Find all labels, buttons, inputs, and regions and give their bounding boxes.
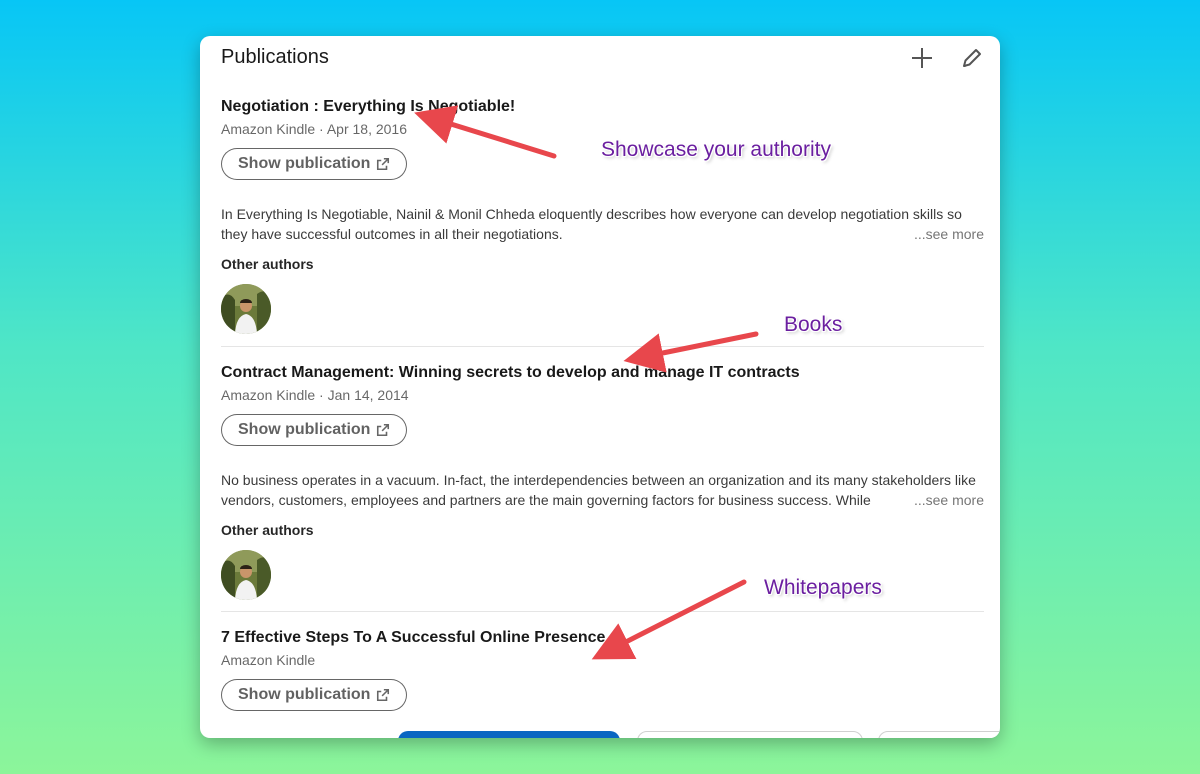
edit-publications-button[interactable]	[956, 42, 988, 74]
plus-icon	[912, 48, 932, 68]
show-publication-label: Show publication	[238, 686, 371, 703]
other-authors-label: Other authors	[221, 256, 314, 272]
other-authors-label: Other authors	[221, 522, 314, 538]
publication-meta: Amazon Kindle · Jan 14, 2014	[221, 387, 409, 403]
show-publication-button[interactable]: Show publication	[221, 679, 408, 711]
card-title: Publications	[221, 46, 329, 68]
author-avatar[interactable]	[221, 284, 271, 334]
publication-title: Negotiation : Everything Is Negotiable!	[221, 98, 516, 115]
author-avatar[interactable]	[221, 550, 271, 600]
description-text: In Everything Is Negotiable, Nainil & Mo…	[221, 206, 962, 242]
secondary-action-strip[interactable]	[637, 731, 863, 738]
primary-action-strip[interactable]	[398, 731, 620, 738]
see-more-link[interactable]: ...see more	[909, 490, 984, 510]
publication-item: Contract Management: Winning secrets to …	[221, 363, 984, 600]
publication-title: 7 Effective Steps To A Successful Online…	[221, 629, 606, 646]
publication-item: 7 Effective Steps To A Successful Online…	[221, 628, 984, 711]
divider	[221, 346, 984, 347]
publication-item: Negotiation : Everything Is Negotiable! …	[221, 97, 984, 334]
publication-meta: Amazon Kindle · Apr 18, 2016	[221, 121, 408, 137]
publications-card: Publications Negotiation : Everything Is…	[200, 36, 1000, 738]
avatar-image	[221, 284, 271, 334]
add-publication-button[interactable]	[906, 42, 938, 74]
show-publication-label: Show publication	[238, 155, 371, 172]
see-more-link[interactable]: ...see more	[909, 224, 984, 244]
annotation-whitepapers: Whitepapers	[764, 576, 882, 599]
publication-description: No business operates in a vacuum. In-fac…	[221, 470, 984, 510]
pencil-icon	[963, 49, 981, 67]
show-publication-button[interactable]: Show publication	[221, 148, 408, 180]
show-publication-label: Show publication	[238, 421, 371, 438]
divider	[221, 611, 984, 612]
show-publication-button[interactable]: Show publication	[221, 414, 408, 446]
publication-meta: Amazon Kindle	[221, 652, 316, 668]
tertiary-action-strip[interactable]	[878, 731, 1000, 738]
publication-description: In Everything Is Negotiable, Nainil & Mo…	[221, 204, 984, 244]
external-link-icon	[377, 688, 390, 702]
external-link-icon	[377, 157, 390, 171]
description-text: No business operates in a vacuum. In-fac…	[221, 472, 976, 508]
publication-title: Contract Management: Winning secrets to …	[221, 364, 800, 381]
annotation-books: Books	[784, 313, 843, 336]
external-link-icon	[377, 423, 390, 437]
avatar-image	[221, 550, 271, 600]
annotation-showcase-authority: Showcase your authority	[601, 138, 831, 161]
